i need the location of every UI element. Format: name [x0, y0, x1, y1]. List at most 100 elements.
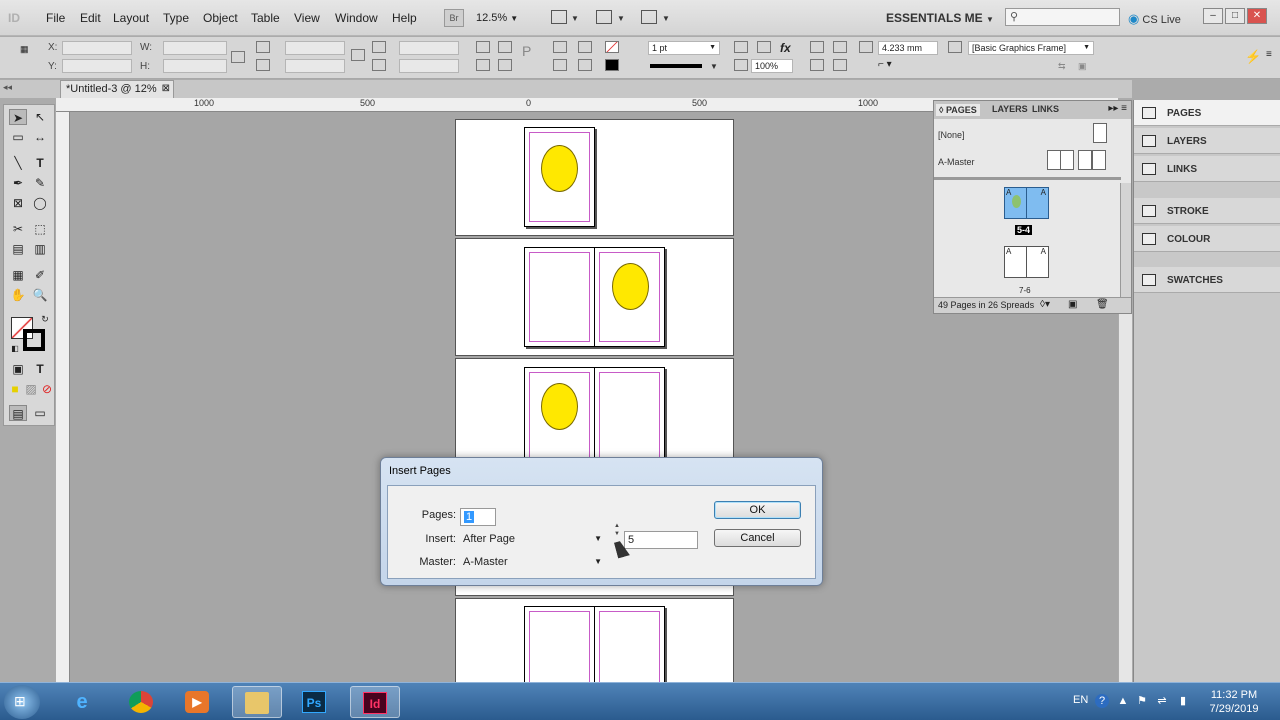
panel-divider[interactable] [934, 177, 1121, 180]
edit-page-size-icon[interactable]: ◊▾ [1040, 299, 1050, 310]
ellipse-tool-icon[interactable]: ◯ [31, 195, 49, 211]
formatting-text-icon[interactable]: T [31, 361, 49, 377]
page-thumbnail[interactable]: A [1026, 187, 1049, 219]
lightning-icon[interactable]: ⚡ [1245, 49, 1261, 64]
arrange-documents-icon[interactable] [641, 10, 657, 24]
cancel-button[interactable]: Cancel [714, 529, 801, 547]
menu-edit[interactable]: Edit [80, 11, 101, 25]
menu-type[interactable]: Type [163, 11, 189, 25]
align-icon[interactable] [810, 59, 824, 71]
action-center-icon[interactable]: ⚑ [1135, 694, 1149, 708]
rotation-field[interactable] [399, 41, 459, 55]
note-tool-icon[interactable]: ▦ [9, 267, 27, 283]
opacity-field[interactable]: 100% [751, 59, 793, 73]
stroke-weight-select[interactable]: 1 pt ▼ [648, 41, 720, 55]
menu-help[interactable]: Help [392, 11, 417, 25]
corner-options-icon[interactable] [734, 41, 748, 53]
tab-pages[interactable]: ◊ PAGES [936, 104, 980, 116]
size-field[interactable]: 4.233 mm [878, 41, 938, 55]
scale-y-field[interactable] [285, 59, 345, 73]
page-tool-icon[interactable]: ▭ [9, 129, 27, 145]
page-thumbnail[interactable]: A [1004, 187, 1027, 219]
rotate-counterclockwise-icon[interactable] [498, 41, 512, 53]
page-number-input[interactable]: 5 [624, 531, 698, 549]
object-style-select[interactable]: [Basic Graphics Frame] ▼ [968, 41, 1094, 55]
master-none[interactable]: [None] [938, 130, 965, 140]
panel-menu-icon[interactable]: ▸▸ ≡ [1108, 103, 1127, 114]
master-thumbnail[interactable] [1060, 150, 1074, 170]
flip-horizontal-icon[interactable] [476, 59, 490, 71]
direct-selection-tool-icon[interactable]: ↖ [31, 109, 49, 125]
tab-links[interactable]: LINKS [1032, 104, 1059, 114]
width-field[interactable] [163, 41, 227, 55]
system-clock[interactable]: 11:32 PM 7/29/2019 [1196, 688, 1272, 716]
text-wrap-icon[interactable] [810, 41, 824, 53]
zoom-level-select[interactable]: 12.5% ▼ [476, 12, 518, 24]
yellow-ellipse[interactable] [541, 383, 578, 430]
stroke-color-icon[interactable] [605, 59, 619, 71]
hand-tool-icon[interactable]: ✋ [9, 287, 27, 303]
page-number-stepper[interactable]: ▲ ▼ [612, 522, 622, 540]
page[interactable] [524, 606, 595, 682]
wrap-around-icon[interactable] [833, 41, 847, 53]
panel-scrollbar[interactable] [1120, 183, 1131, 297]
page[interactable] [524, 127, 595, 227]
effects-icon[interactable]: fx [780, 41, 794, 55]
dock-links[interactable]: LINKS [1134, 156, 1280, 182]
zoom-tool-icon[interactable]: 🔍 [31, 287, 49, 303]
master-a[interactable]: A-Master [938, 157, 975, 167]
scale-x-field[interactable] [285, 41, 345, 55]
yellow-ellipse[interactable] [612, 263, 649, 310]
corner-shape-icon[interactable]: ⌐ ▾ [878, 59, 892, 71]
type-tool-icon[interactable]: T [31, 155, 49, 171]
drop-shadow-icon[interactable] [757, 41, 771, 53]
rotate-clockwise-icon[interactable] [476, 41, 490, 53]
clear-overrides-icon[interactable]: ⇆ [1058, 61, 1072, 73]
height-field[interactable] [163, 59, 227, 73]
view-options-icon[interactable] [551, 10, 567, 24]
gap-tool-icon[interactable]: ↔ [31, 129, 49, 145]
select-container-icon[interactable] [553, 41, 567, 53]
redefine-style-icon[interactable]: ▣ [1078, 61, 1092, 73]
select-previous-icon[interactable] [578, 41, 592, 53]
show-hidden-icons-icon[interactable]: ▲ [1116, 694, 1130, 708]
dock-layers[interactable]: LAYERS [1134, 128, 1280, 154]
pencil-tool-icon[interactable]: ✎ [31, 175, 49, 191]
stroke-swatch[interactable] [23, 329, 45, 351]
yellow-ellipse[interactable] [541, 145, 578, 192]
menu-layout[interactable]: Layout [113, 11, 149, 25]
formatting-container-icon[interactable]: ▣ [9, 361, 27, 377]
free-transform-tool-icon[interactable]: ⬚ [31, 221, 49, 237]
x-field[interactable] [62, 41, 132, 55]
dock-pages[interactable]: PAGES [1134, 100, 1280, 126]
selection-tool-icon[interactable]: ➤ [9, 109, 27, 125]
start-button[interactable]: ⊞ [4, 685, 40, 719]
network-icon[interactable]: ⇌ [1155, 694, 1169, 708]
document-tab[interactable]: *Untitled-3 @ 12% ⊠ [60, 80, 174, 98]
new-page-icon[interactable]: ▣ [1068, 299, 1077, 310]
gradient-feather-tool-icon[interactable]: ▥ [31, 241, 49, 257]
page[interactable] [594, 367, 665, 467]
workspace-switcher[interactable]: ESSENTIALS ME ▼ [886, 11, 994, 25]
default-fill-stroke-icon[interactable]: ◧ [6, 341, 24, 357]
master-select[interactable]: A-Master ▼ [460, 554, 604, 572]
master-thumbnail[interactable] [1092, 150, 1106, 170]
page[interactable] [594, 606, 665, 682]
language-indicator[interactable]: EN [1073, 694, 1088, 706]
master-thumbnail[interactable] [1078, 150, 1092, 170]
gradient-swatch-tool-icon[interactable]: ▤ [9, 241, 27, 257]
menu-table[interactable]: Table [251, 11, 280, 25]
chain-link-icon[interactable] [351, 49, 365, 61]
fill-none-icon[interactable] [605, 41, 619, 53]
pages-input[interactable]: 1 [460, 508, 496, 526]
menu-file[interactable]: File [46, 11, 65, 25]
pen-tool-icon[interactable]: ✒ [9, 175, 27, 191]
text-path-icon[interactable]: P [522, 43, 536, 59]
taskbar-photoshop[interactable]: Ps [290, 686, 340, 718]
close-button[interactable]: ✕ [1247, 8, 1267, 24]
scissors-tool-icon[interactable]: ✂ [9, 221, 27, 237]
menu-object[interactable]: Object [203, 11, 238, 25]
normal-view-icon[interactable]: ▤ [9, 405, 27, 421]
ok-button[interactable]: OK [714, 501, 801, 519]
rectangle-frame-tool-icon[interactable]: ⊠ [9, 195, 27, 211]
